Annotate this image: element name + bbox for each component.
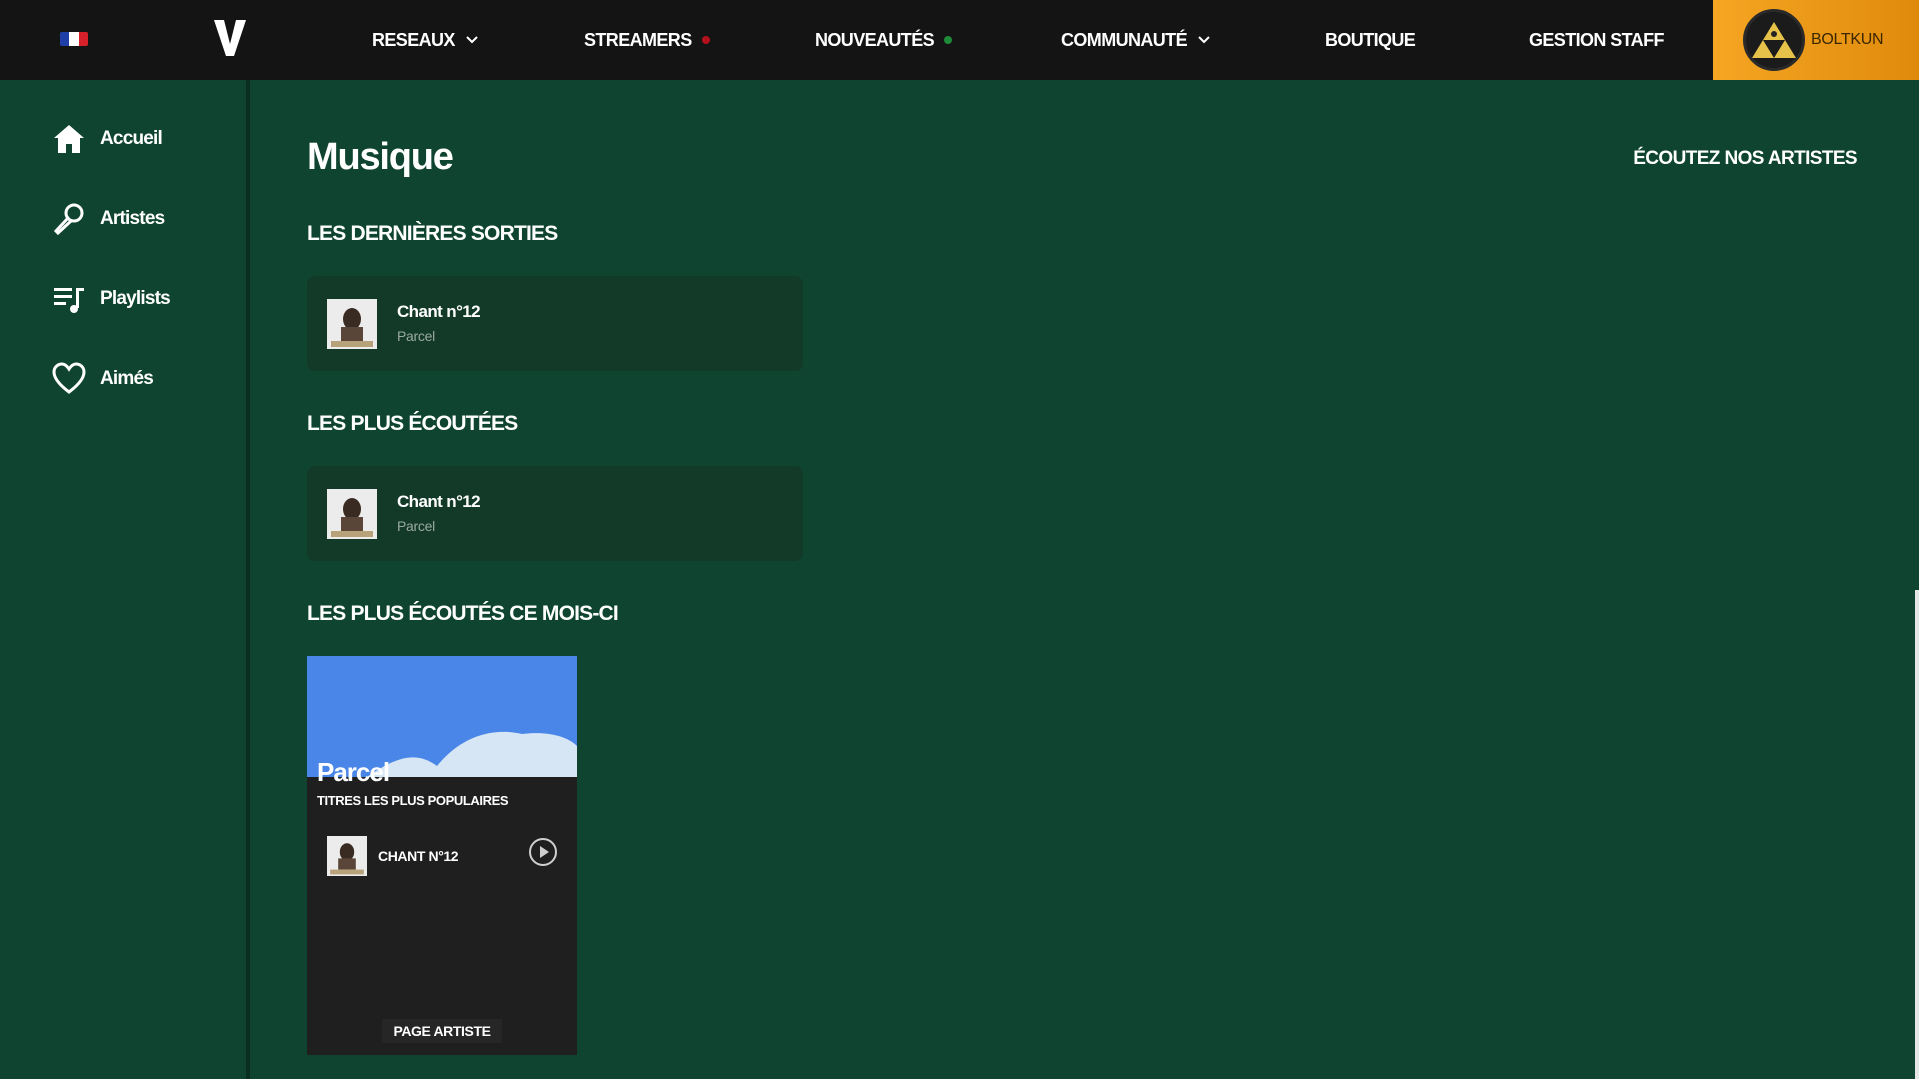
chevron-down-icon <box>1198 36 1210 44</box>
popular-track-row[interactable]: CHANT N°12 <box>327 836 567 876</box>
sidebar-item-accueil[interactable]: Accueil <box>52 122 163 156</box>
sidebar: Accueil Artistes Playlists Aimés <box>0 80 250 1079</box>
track-artist: Parcel <box>397 328 435 344</box>
nav-boutique-label: BOUTIQUE <box>1325 29 1416 50</box>
sidebar-item-label: Artistes <box>100 208 165 229</box>
site-logo[interactable] <box>212 16 248 60</box>
sidebar-item-playlists[interactable]: Playlists <box>52 282 171 316</box>
microphone-icon <box>53 203 84 236</box>
sidebar-item-artistes[interactable]: Artistes <box>52 202 165 236</box>
nav-reseaux[interactable]: RESEAUX <box>372 0 479 80</box>
playlist-icon <box>54 288 84 313</box>
nav-gestion-staff-label: GESTION STAFF <box>1529 29 1664 50</box>
nav-reseaux-label: RESEAUX <box>372 29 455 50</box>
track-artist: Parcel <box>397 518 435 534</box>
track-card[interactable]: Chant n°12 Parcel <box>307 276 803 371</box>
sidebar-item-label: Playlists <box>100 288 171 309</box>
user-name: BOLTKUN <box>1811 31 1884 48</box>
french-flag-icon[interactable] <box>60 32 88 46</box>
album-cover <box>327 836 367 876</box>
listen-artists-link[interactable]: ÉCOUTEZ NOS ARTISTES <box>1633 148 1857 170</box>
track-title: Chant n°12 <box>397 302 481 321</box>
section-title-latest: LES DERNIÈRES SORTIES <box>307 222 558 245</box>
album-cover <box>327 489 377 539</box>
sidebar-item-aimes[interactable]: Aimés <box>52 362 154 396</box>
play-icon[interactable] <box>527 836 559 868</box>
avatar <box>1743 9 1805 71</box>
artist-page-button[interactable]: PAGE ARTISTE <box>382 1019 502 1043</box>
artist-card[interactable]: Parcel TITRES LES PLUS POPULAIRES CHANT … <box>307 656 577 1055</box>
new-status-dot <box>944 36 953 44</box>
nav-nouveautes-label: NOUVEAUTÉS <box>815 29 935 50</box>
nav-communaute[interactable]: COMMUNAUTÉ <box>1061 0 1211 80</box>
nav-streamers-label: STREAMERS <box>584 29 692 50</box>
popular-track-title: CHANT N°12 <box>378 848 459 864</box>
page-title: Musique <box>307 136 454 178</box>
triforce-icon <box>1752 22 1796 58</box>
nav-gestion-staff[interactable]: GESTION STAFF <box>1529 0 1664 80</box>
album-cover <box>327 299 377 349</box>
section-title-month: LES PLUS ÉCOUTÉS CE MOIS-CI <box>307 602 619 625</box>
top-navigation-bar: RESEAUX STREAMERS NOUVEAUTÉS COMMUNAUTÉ … <box>0 0 1919 80</box>
popular-tracks-label: TITRES LES PLUS POPULAIRES <box>317 793 509 808</box>
nav-communaute-label: COMMUNAUTÉ <box>1061 29 1188 50</box>
live-status-dot <box>701 36 710 44</box>
heart-icon <box>52 362 86 394</box>
nav-streamers[interactable]: STREAMERS <box>584 0 710 80</box>
section-title-most-listened: LES PLUS ÉCOUTÉES <box>307 412 518 435</box>
artist-name: Parcel <box>317 757 390 787</box>
track-title: Chant n°12 <box>397 492 481 511</box>
track-card[interactable]: Chant n°12 Parcel <box>307 466 803 561</box>
sidebar-item-label: Accueil <box>100 128 163 149</box>
nav-nouveautes[interactable]: NOUVEAUTÉS <box>815 0 953 80</box>
sidebar-item-label: Aimés <box>100 368 154 389</box>
user-account-button[interactable]: BOLTKUN <box>1713 0 1919 80</box>
chevron-down-icon <box>466 36 478 44</box>
scrollbar[interactable] <box>1915 590 1919 1079</box>
nav-boutique[interactable]: BOUTIQUE <box>1325 0 1416 80</box>
home-icon <box>54 125 84 153</box>
